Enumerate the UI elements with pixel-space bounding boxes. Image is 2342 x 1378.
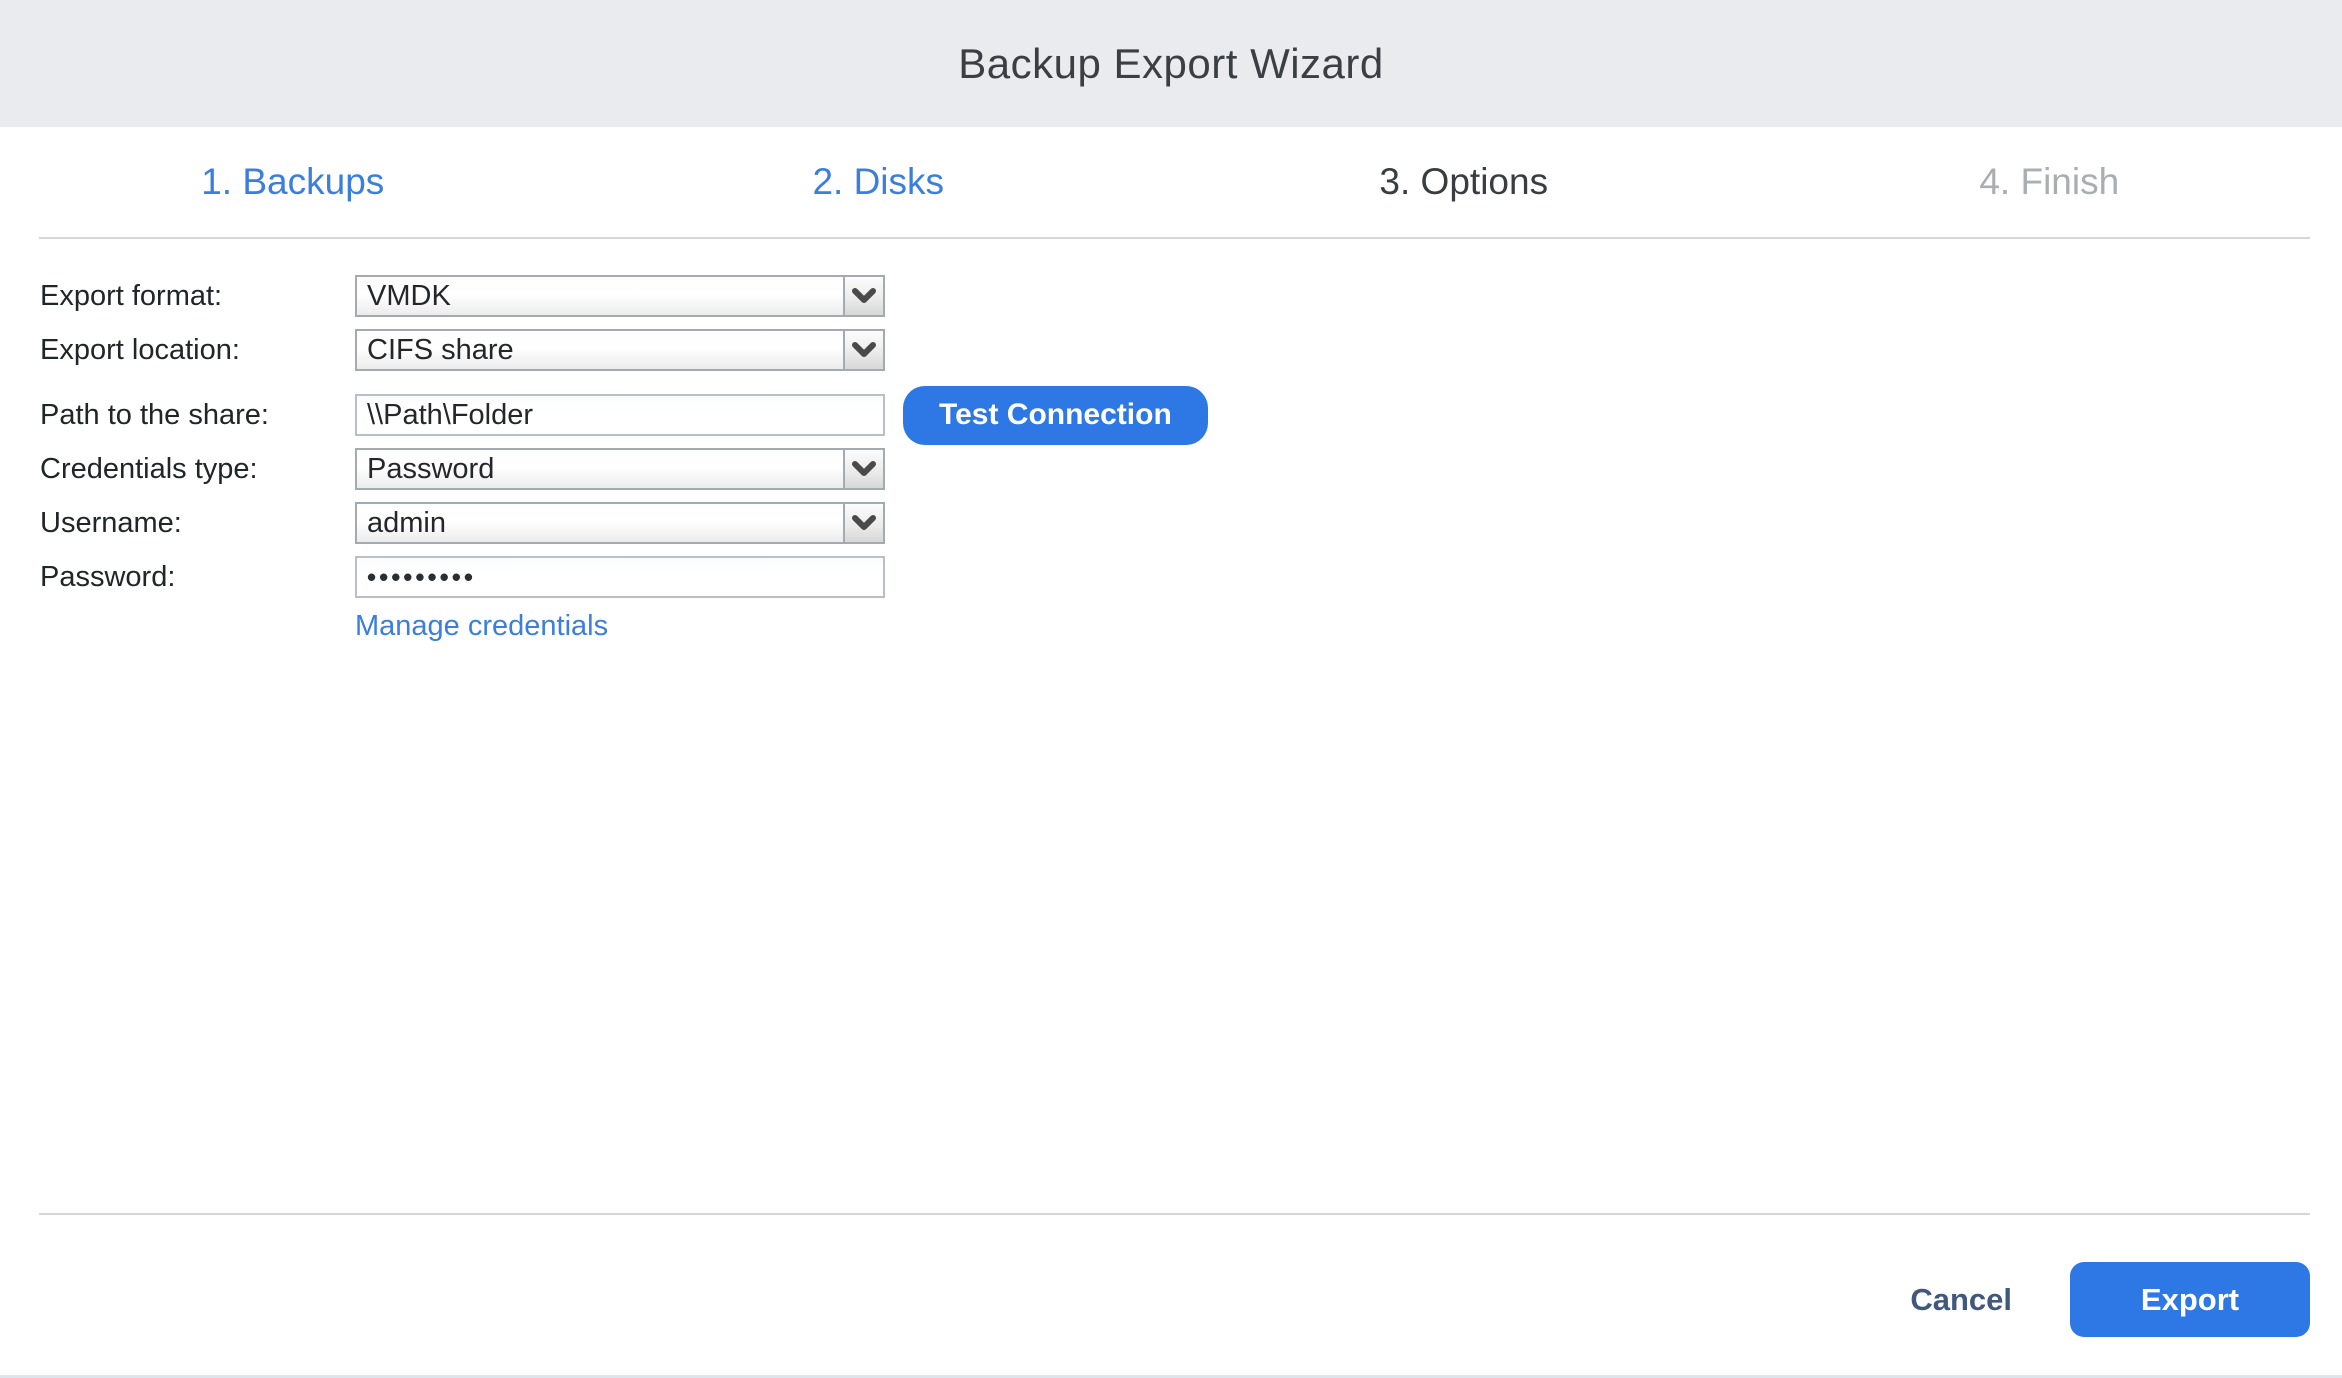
username-value: admin xyxy=(357,504,843,542)
share-path-row: Path to the share: Test Connection xyxy=(40,394,2342,436)
credentials-type-select[interactable]: Password xyxy=(355,448,885,490)
wizard-header: Backup Export Wizard xyxy=(0,0,2342,127)
export-format-select[interactable]: VMDK xyxy=(355,275,885,317)
manage-credentials-row: Manage credentials xyxy=(40,610,2342,643)
manage-credentials-link[interactable]: Manage credentials xyxy=(355,610,608,642)
cancel-button[interactable]: Cancel xyxy=(1890,1282,2032,1318)
backup-export-wizard-dialog: Backup Export Wizard 1. Backups 2. Disks… xyxy=(0,0,2342,1378)
export-location-select[interactable]: CIFS share xyxy=(355,329,885,371)
export-format-value: VMDK xyxy=(357,277,843,315)
tab-backups[interactable]: 1. Backups xyxy=(0,161,586,203)
footer-actions: Cancel Export xyxy=(1890,1262,2310,1337)
export-button[interactable]: Export xyxy=(2070,1262,2310,1337)
export-format-label: Export format: xyxy=(40,280,355,313)
export-location-label: Export location: xyxy=(40,334,355,367)
credentials-type-value: Password xyxy=(357,450,843,488)
test-connection-button[interactable]: Test Connection xyxy=(903,386,1208,445)
footer-divider xyxy=(39,1213,2310,1215)
username-select[interactable]: admin xyxy=(355,502,885,544)
password-row: Password: xyxy=(40,556,2342,598)
share-path-input[interactable] xyxy=(355,394,885,436)
password-label: Password: xyxy=(40,561,355,594)
tab-options: 3. Options xyxy=(1171,161,1757,203)
credentials-type-label: Credentials type: xyxy=(40,453,355,486)
password-field[interactable] xyxy=(355,556,885,598)
chevron-down-icon[interactable] xyxy=(843,331,883,369)
chevron-down-icon[interactable] xyxy=(843,450,883,488)
username-row: Username: admin xyxy=(40,502,2342,544)
tabs-divider xyxy=(39,237,2310,239)
export-format-row: Export format: VMDK xyxy=(40,275,2342,317)
tab-disks[interactable]: 2. Disks xyxy=(586,161,1172,203)
tab-finish: 4. Finish xyxy=(1757,161,2342,203)
export-location-value: CIFS share xyxy=(357,331,843,369)
credentials-type-row: Credentials type: Password xyxy=(40,448,2342,490)
username-label: Username: xyxy=(40,507,355,540)
wizard-steps: 1. Backups 2. Disks 3. Options 4. Finish xyxy=(0,127,2342,237)
chevron-down-icon[interactable] xyxy=(843,504,883,542)
export-location-row: Export location: CIFS share xyxy=(40,329,2342,371)
page-title: Backup Export Wizard xyxy=(958,40,1384,88)
options-form: Export format: VMDK Export location: CIF… xyxy=(0,275,2342,643)
share-path-label: Path to the share: xyxy=(40,399,355,432)
chevron-down-icon[interactable] xyxy=(843,277,883,315)
